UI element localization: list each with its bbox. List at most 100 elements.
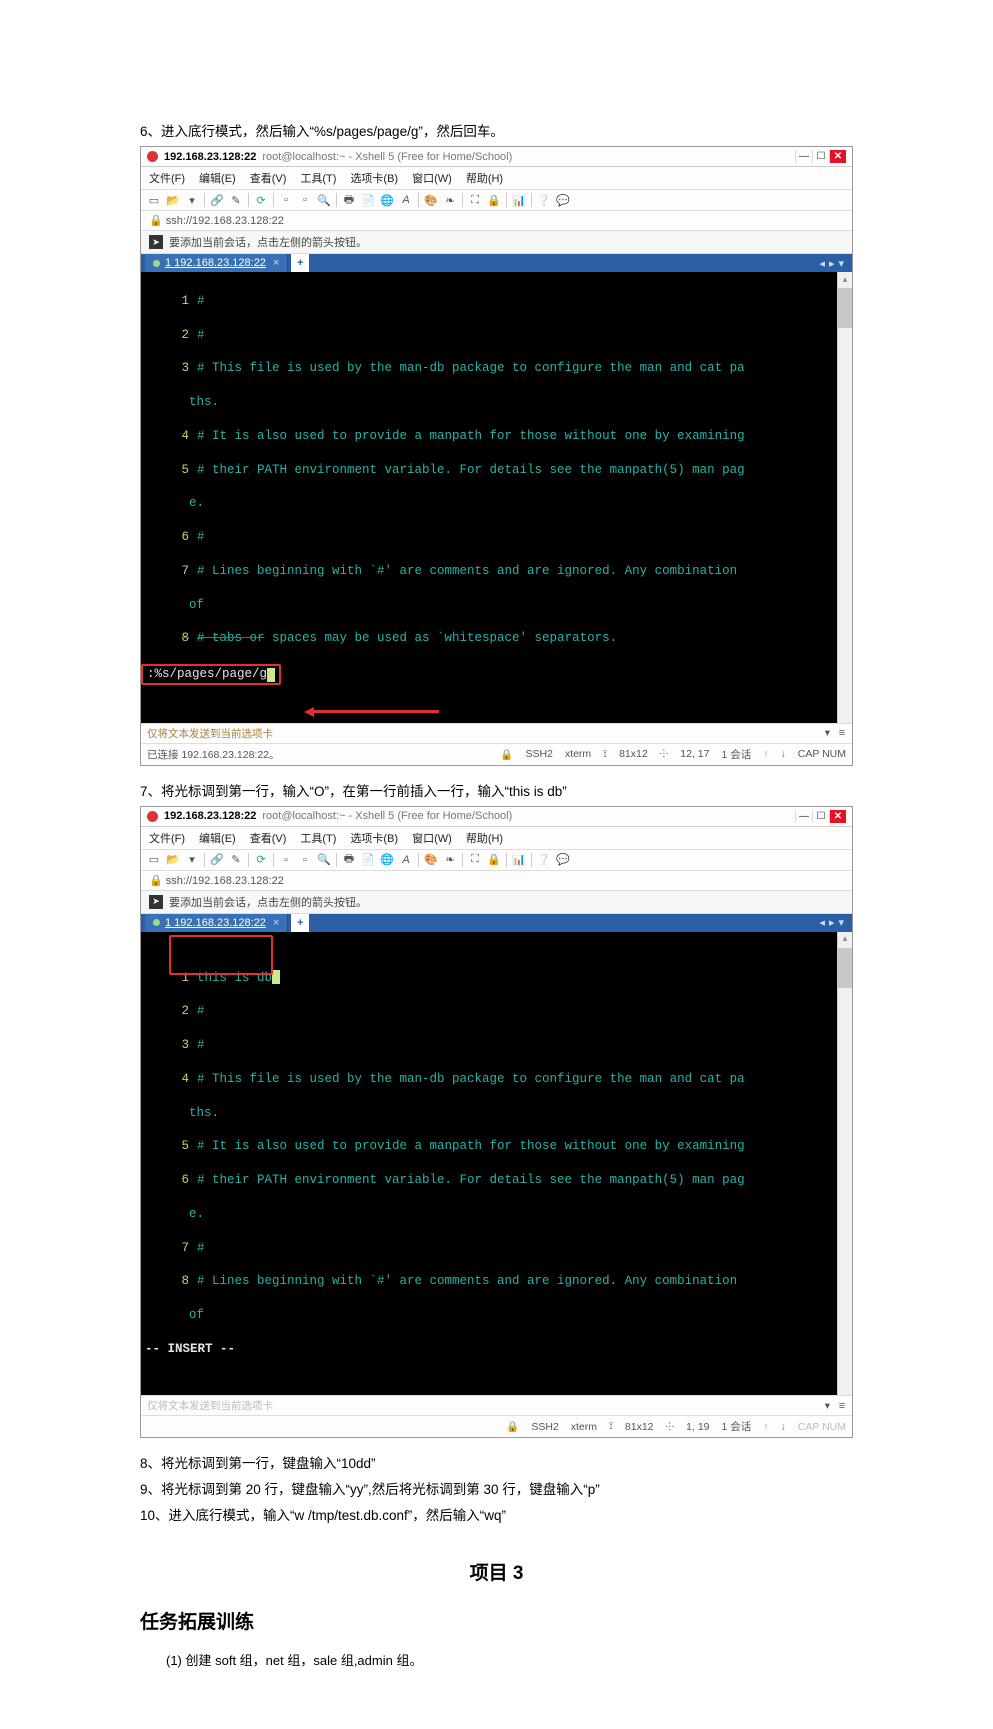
minimize-icon[interactable]: — bbox=[795, 150, 812, 163]
tab-nav-right-icon[interactable]: ▸ bbox=[829, 257, 835, 270]
scrollbar[interactable]: ▴ bbox=[837, 932, 852, 1396]
step-7: 7、将光标调到第一行，输入“O”，在第一行前插入一行，输入“this is db… bbox=[140, 780, 853, 800]
chat-icon[interactable]: 💬 bbox=[556, 193, 570, 207]
address-bar[interactable]: 🔒 ssh://192.168.23.128:22 bbox=[141, 871, 852, 891]
menu-edit[interactable]: 编辑(E) bbox=[199, 830, 236, 846]
print-icon[interactable]: 🖶 bbox=[342, 193, 356, 207]
step-8: 8、将光标调到第一行，键盘输入“10dd” bbox=[140, 1452, 853, 1472]
copy-icon[interactable]: ▫ bbox=[279, 193, 293, 207]
help-icon[interactable]: ❔ bbox=[537, 853, 551, 867]
menu-tools[interactable]: 工具(T) bbox=[300, 170, 336, 186]
print-icon[interactable]: 🖶 bbox=[342, 853, 356, 867]
font-icon[interactable]: A bbox=[399, 853, 413, 867]
menu-help[interactable]: 帮助(H) bbox=[466, 830, 503, 846]
tab-menu-icon[interactable]: ▾ bbox=[838, 257, 844, 270]
sub-task-1: (1) 创建 soft 组，net 组，sale 组,admin 组。 bbox=[166, 1650, 853, 1669]
leaf-icon[interactable]: ❧ bbox=[443, 193, 457, 207]
scrollbar[interactable]: ▴ bbox=[837, 272, 852, 723]
disconnect-icon[interactable]: ✎ bbox=[229, 853, 243, 867]
menu-file[interactable]: 文件(F) bbox=[149, 170, 185, 186]
palette-icon[interactable]: 🎨 bbox=[424, 853, 438, 867]
send-menu-icon[interactable]: ▾ ≡ bbox=[825, 1400, 846, 1412]
session-tab[interactable]: 1 192.168.23.128:22 × bbox=[145, 914, 288, 932]
tab-nav-left-icon[interactable]: ◂ bbox=[819, 257, 825, 270]
disconnect-icon[interactable]: ✎ bbox=[229, 193, 243, 207]
lock-icon[interactable]: 🔒 bbox=[487, 853, 501, 867]
size: 81x12 bbox=[625, 1421, 654, 1433]
leaf-icon[interactable]: ❧ bbox=[443, 853, 457, 867]
xshell-logo-icon bbox=[147, 811, 158, 822]
up-icon: ↑ bbox=[763, 1421, 768, 1433]
menu-window[interactable]: 窗口(W) bbox=[412, 170, 452, 186]
reconnect-icon[interactable]: ⟳ bbox=[254, 193, 268, 207]
cursor-pos: 1, 19 bbox=[686, 1421, 709, 1433]
font-icon[interactable]: A bbox=[399, 193, 413, 207]
maximize-icon[interactable]: ☐ bbox=[812, 810, 829, 823]
new-session-icon[interactable]: ▭ bbox=[147, 853, 161, 867]
fullscreen-icon[interactable]: ⛶ bbox=[468, 853, 482, 867]
add-tab-button[interactable]: + bbox=[291, 254, 309, 272]
menu-edit[interactable]: 编辑(E) bbox=[199, 170, 236, 186]
paste-icon[interactable]: ▫ bbox=[298, 193, 312, 207]
session-tab[interactable]: 1 192.168.23.128:22 × bbox=[145, 254, 288, 272]
open-icon[interactable]: 📂 bbox=[166, 853, 180, 867]
terminal-1[interactable]: 1# 2# 3# This file is used by the man-db… bbox=[141, 272, 852, 723]
menu-file[interactable]: 文件(F) bbox=[149, 830, 185, 846]
connect-icon[interactable]: 🔗 bbox=[210, 193, 224, 207]
up-icon: ↑ bbox=[763, 748, 768, 760]
help-icon[interactable]: ❔ bbox=[537, 193, 551, 207]
send-menu-icon[interactable]: ▾ ≡ bbox=[825, 727, 846, 739]
menu-tabs[interactable]: 选项卡(B) bbox=[350, 830, 398, 846]
graph-icon[interactable]: 📊 bbox=[512, 193, 526, 207]
titlebar: 192.168.23.128:22 root@localhost:~ - Xsh… bbox=[141, 147, 852, 167]
address-bar[interactable]: 🔒 ssh://192.168.23.128:22 bbox=[141, 211, 852, 231]
fullscreen-icon[interactable]: ⛶ bbox=[468, 193, 482, 207]
add-session-arrow-icon[interactable]: ➤ bbox=[149, 895, 163, 909]
project-heading: 项目 3 bbox=[140, 1558, 853, 1585]
copy-icon[interactable]: ▫ bbox=[279, 853, 293, 867]
add-session-arrow-icon[interactable]: ➤ bbox=[149, 235, 163, 249]
terminal-2[interactable]: 1this is db 2# 3# 4# This file is used b… bbox=[141, 932, 852, 1396]
toolbar: ▭ 📂 ▾ 🔗 ✎ ⟳ ▫ ▫ 🔍 🖶 📄 🌐 A 🎨 ❧ ⛶ 🔒 📊 bbox=[141, 190, 852, 211]
paste-icon[interactable]: ▫ bbox=[298, 853, 312, 867]
proto: SSH2 bbox=[525, 748, 552, 760]
menu-tabs[interactable]: 选项卡(B) bbox=[350, 170, 398, 186]
globe-icon[interactable]: 🌐 bbox=[380, 193, 394, 207]
globe-icon[interactable]: 🌐 bbox=[380, 853, 394, 867]
add-tab-button[interactable]: + bbox=[291, 914, 309, 932]
chat-icon[interactable]: 💬 bbox=[556, 853, 570, 867]
tab-nav-left-icon[interactable]: ◂ bbox=[819, 916, 825, 929]
xshell-logo-icon bbox=[147, 151, 158, 162]
lock-small-icon: 🔒 bbox=[149, 875, 163, 887]
close-icon[interactable]: ✕ bbox=[829, 150, 846, 163]
doc-icon[interactable]: 📄 bbox=[361, 853, 375, 867]
tab-close-icon[interactable]: × bbox=[273, 257, 279, 269]
doc-icon[interactable]: 📄 bbox=[361, 193, 375, 207]
connect-icon[interactable]: 🔗 bbox=[210, 853, 224, 867]
status-bar: 🔒SSH2 xterm ⟟81x12 ⸭1, 19 1 会话 ↑ ↓ CAP N… bbox=[141, 1415, 852, 1437]
menu-window[interactable]: 窗口(W) bbox=[412, 830, 452, 846]
tab-nav-right-icon[interactable]: ▸ bbox=[829, 916, 835, 929]
reconnect-icon[interactable]: ⟳ bbox=[254, 853, 268, 867]
tab-close-icon[interactable]: × bbox=[273, 917, 279, 929]
xshell-window-2: 192.168.23.128:22 root@localhost:~ - Xsh… bbox=[140, 806, 853, 1439]
search-icon[interactable]: 🔍 bbox=[317, 193, 331, 207]
graph-icon[interactable]: 📊 bbox=[512, 853, 526, 867]
maximize-icon[interactable]: ☐ bbox=[812, 150, 829, 163]
hint-bar: ➤ 要添加当前会话，点击左侧的箭头按钮。 bbox=[141, 891, 852, 914]
lock-icon[interactable]: 🔒 bbox=[487, 193, 501, 207]
menu-view[interactable]: 查看(V) bbox=[250, 830, 287, 846]
dropdown-icon[interactable]: ▾ bbox=[185, 853, 199, 867]
menu-view[interactable]: 查看(V) bbox=[250, 170, 287, 186]
tab-menu-icon[interactable]: ▾ bbox=[838, 916, 844, 929]
menu-help[interactable]: 帮助(H) bbox=[466, 170, 503, 186]
url-text: ssh://192.168.23.128:22 bbox=[166, 875, 284, 887]
palette-icon[interactable]: 🎨 bbox=[424, 193, 438, 207]
new-session-icon[interactable]: ▭ bbox=[147, 193, 161, 207]
minimize-icon[interactable]: — bbox=[795, 810, 812, 823]
search-icon[interactable]: 🔍 bbox=[317, 853, 331, 867]
open-icon[interactable]: 📂 bbox=[166, 193, 180, 207]
close-icon[interactable]: ✕ bbox=[829, 810, 846, 823]
menu-tools[interactable]: 工具(T) bbox=[300, 830, 336, 846]
dropdown-icon[interactable]: ▾ bbox=[185, 193, 199, 207]
